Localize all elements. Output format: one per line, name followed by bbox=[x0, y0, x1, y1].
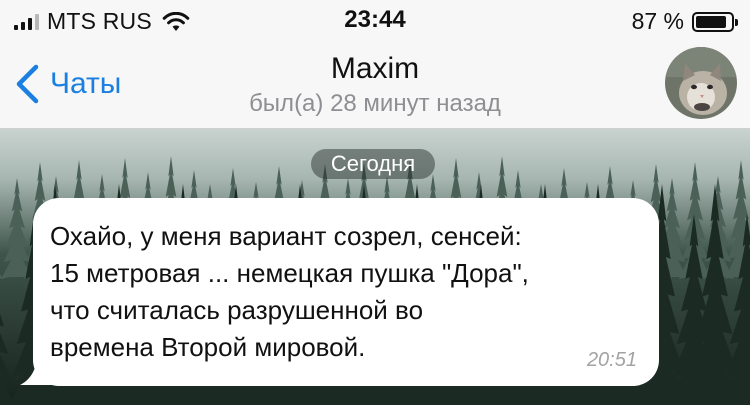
message-line: времена Второй мировой. bbox=[50, 332, 366, 362]
message-line: Охайо, у меня вариант созрел, сенсей: bbox=[50, 221, 522, 251]
chat-header: Чаты Maxim был(а) 28 минут назад bbox=[0, 40, 750, 129]
date-separator: Сегодня bbox=[311, 149, 435, 179]
battery-icon bbox=[692, 11, 738, 32]
contact-name[interactable]: Maxim bbox=[0, 52, 750, 86]
chat-area[interactable]: Сегодня Охайо, у меня вариант созрел, се… bbox=[0, 129, 750, 405]
battery-percent: 87 % bbox=[631, 8, 684, 34]
avatar[interactable] bbox=[665, 47, 737, 119]
status-right: 87 % bbox=[631, 8, 738, 35]
message-bubble[interactable]: Охайо, у меня вариант созрел, сенсей: 15… bbox=[33, 198, 659, 386]
status-bar: MTS RUS 23:44 87 % bbox=[0, 0, 750, 40]
battery-fill bbox=[696, 15, 726, 28]
cat-avatar-image bbox=[665, 47, 737, 119]
message-time: 20:51 bbox=[586, 349, 637, 371]
last-seen-status: был(а) 28 минут назад bbox=[249, 90, 501, 117]
battery-nub bbox=[735, 18, 738, 26]
message-line: 15 метровая ... немецкая пушка "Дора", bbox=[50, 258, 529, 288]
message-text: Охайо, у меня вариант созрел, сенсей: 15… bbox=[50, 218, 635, 366]
message-line: что считалась разрушенной во bbox=[50, 295, 424, 325]
